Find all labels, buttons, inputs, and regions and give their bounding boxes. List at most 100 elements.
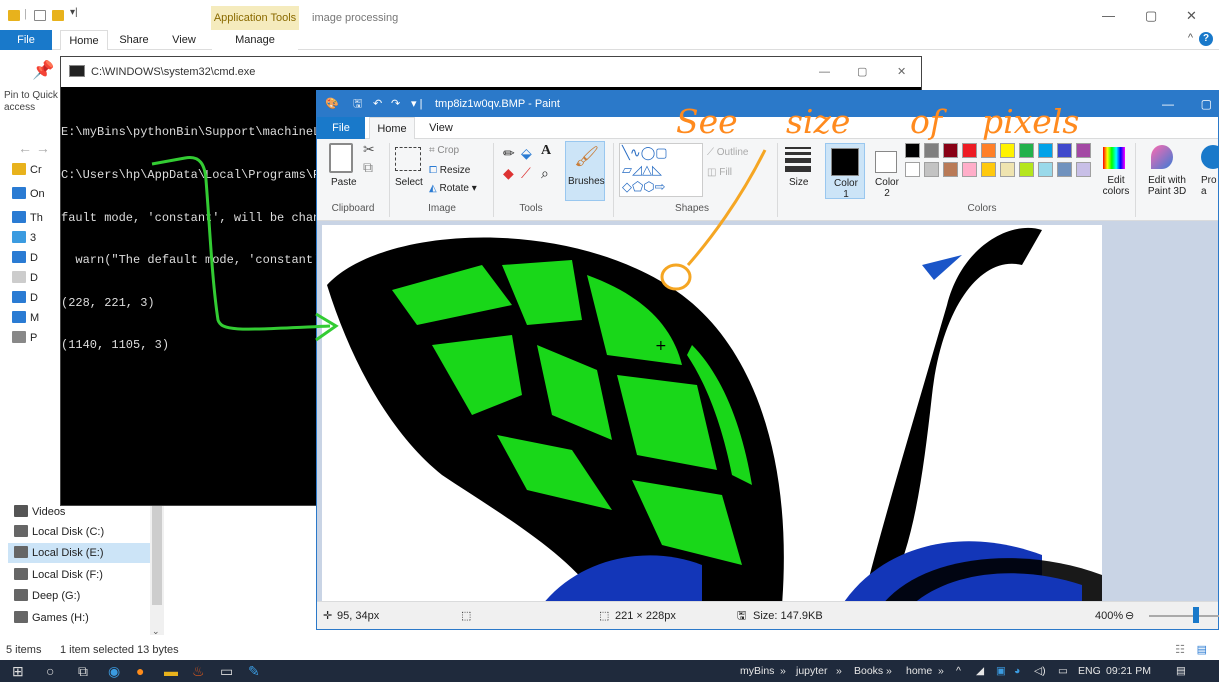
tray-app-icon[interactable]: ◕ <box>1014 660 1020 682</box>
crop-button[interactable]: ⌗ Crop <box>429 145 459 156</box>
nav-item-deep-g[interactable]: Deep (G:) <box>14 586 80 606</box>
palette-color-swatch[interactable] <box>924 162 939 177</box>
palette-color-swatch[interactable] <box>981 143 996 158</box>
color1-button[interactable]: Color 1 <box>825 143 865 200</box>
paint3d-icon[interactable] <box>1151 145 1173 169</box>
fill-button[interactable]: ◫ Fill <box>707 167 732 178</box>
palette-color-swatch[interactable] <box>1076 143 1091 158</box>
palette-color-swatch[interactable] <box>962 162 977 177</box>
resize-button[interactable]: ⧠ Resize <box>429 165 470 176</box>
zoom-out-icon[interactable]: ⊖ <box>1125 602 1134 630</box>
pin-to-quick-access-label[interactable]: Pin to Quick access <box>4 90 64 114</box>
tab-manage[interactable]: Manage <box>212 30 298 50</box>
clock[interactable]: 09:21 PM <box>1106 660 1151 682</box>
language[interactable]: ENG <box>1078 660 1101 682</box>
paste-button[interactable]: Paste <box>331 177 357 188</box>
copy-icon[interactable]: ⧉ <box>363 159 373 176</box>
quick-access-dropdown-icon[interactable]: ▾ | <box>411 91 422 117</box>
fill-bucket-icon[interactable]: ⬙ <box>521 145 532 162</box>
nav-item[interactable]: On <box>12 184 45 204</box>
nav-item-games-h[interactable]: Games (H:) <box>14 608 89 628</box>
cut-icon[interactable]: ✂ <box>363 141 375 158</box>
nav-item[interactable]: D <box>12 268 38 288</box>
chevron-icon[interactable]: » <box>886 660 892 682</box>
palette-color-swatch[interactable] <box>962 143 977 158</box>
shapes-gallery[interactable]: ╲∿◯▢ ▱◿△◺ ◇⬠⬡⇨ <box>619 143 703 197</box>
firefox-icon[interactable]: ● <box>136 663 144 679</box>
search-icon[interactable]: ○ <box>46 663 54 679</box>
redo-icon[interactable]: ↷ <box>391 91 400 117</box>
color2-button[interactable]: Color 2 <box>869 143 905 199</box>
palette-color-swatch[interactable] <box>905 143 920 158</box>
toolbar-home[interactable]: home <box>906 660 932 682</box>
cmd-icon[interactable]: ▭ <box>220 663 233 679</box>
color-picker-icon[interactable]: ⟋ <box>521 165 531 182</box>
palette-color-swatch[interactable] <box>905 162 920 177</box>
select-icon[interactable] <box>395 147 421 171</box>
product-alert-icon[interactable] <box>1201 145 1219 169</box>
application-tools-context-tab[interactable]: Application Tools <box>211 6 299 30</box>
paint-window[interactable]: 🎨 🖫 ↶ ↷ ▾ | tmp8iz1w0qv.BMP - Paint — ▢ … <box>316 90 1219 630</box>
maximize-icon[interactable]: ▢ <box>1145 8 1157 24</box>
tab-view[interactable]: View <box>421 117 461 139</box>
nav-item-local-disk-f[interactable]: Local Disk (F:) <box>14 565 103 585</box>
product-alert-button[interactable]: Pro a <box>1201 175 1219 197</box>
network-icon[interactable]: ◢ <box>976 660 984 682</box>
palette-color-swatch[interactable] <box>924 143 939 158</box>
close-icon[interactable]: ✕ <box>897 57 906 87</box>
paste-icon[interactable] <box>329 143 353 173</box>
outline-button[interactable]: ⟋ Outline <box>707 147 748 158</box>
nav-item[interactable]: M <box>12 308 39 328</box>
battery-icon[interactable]: ▭ <box>1058 660 1068 682</box>
new-folder-icon[interactable] <box>52 10 64 21</box>
save-icon[interactable]: 🖫 <box>353 91 362 117</box>
java-icon[interactable]: ♨ <box>192 663 205 679</box>
task-view-icon[interactable]: ⧉ <box>78 663 88 679</box>
tab-share[interactable]: Share <box>112 30 156 50</box>
chevron-icon[interactable]: » <box>780 660 786 682</box>
nav-item[interactable]: Cr <box>12 160 42 180</box>
tab-file[interactable]: File <box>317 117 365 139</box>
edit-with-paint3d-button[interactable]: Edit with Paint 3D <box>1145 175 1189 197</box>
minimize-icon[interactable]: — <box>819 57 830 87</box>
maximize-icon[interactable]: ▢ <box>857 57 867 87</box>
minimize-icon[interactable]: — <box>1162 91 1174 117</box>
paint-icon[interactable]: ✎ <box>248 663 260 679</box>
nav-item[interactable]: Th <box>12 208 43 228</box>
pencil-icon[interactable]: ✏ <box>503 145 515 162</box>
palette-color-swatch[interactable] <box>943 143 958 158</box>
chevron-icon[interactable]: » <box>938 660 944 682</box>
palette-color-swatch[interactable] <box>1057 162 1072 177</box>
undo-icon[interactable]: ↶ <box>373 91 382 117</box>
palette-color-swatch[interactable] <box>1038 143 1053 158</box>
size-icon[interactable] <box>785 147 811 172</box>
show-hidden-icons[interactable]: ^ <box>956 660 961 682</box>
pin-icon[interactable]: 📌 <box>32 60 54 81</box>
brushes-button[interactable]: 🖌 Brushes <box>565 141 605 201</box>
quick-access-dropdown-icon[interactable]: ▾| <box>70 7 78 18</box>
nav-item-local-disk-c[interactable]: Local Disk (C:) <box>14 522 104 542</box>
text-icon[interactable]: A <box>541 143 551 159</box>
close-icon[interactable]: ✕ <box>1186 8 1197 24</box>
scroll-down-icon[interactable]: ⌄ <box>152 626 160 637</box>
size-button[interactable]: Size <box>789 177 808 188</box>
minimize-icon[interactable]: — <box>1102 8 1115 23</box>
tray-app-icon[interactable]: ▣ <box>996 660 1006 682</box>
tiles-view-icon[interactable]: ▤ <box>1197 640 1207 660</box>
nav-item[interactable]: D <box>12 248 38 268</box>
tab-home[interactable]: Home <box>60 30 108 50</box>
nav-item[interactable]: 3 <box>12 228 36 248</box>
tab-view[interactable]: View <box>162 30 206 50</box>
nav-item[interactable]: P <box>12 328 37 348</box>
palette-color-swatch[interactable] <box>1019 143 1034 158</box>
nav-item-local-disk-e[interactable]: Local Disk (E:) <box>8 543 150 563</box>
notifications-icon[interactable]: ▤ <box>1176 660 1186 682</box>
drawing-canvas[interactable]: + <box>322 225 1102 601</box>
palette-color-swatch[interactable] <box>1000 162 1015 177</box>
rotate-button[interactable]: ◭ Rotate ▾ <box>429 183 477 194</box>
magnifier-icon[interactable]: ⌕ <box>541 165 549 182</box>
maximize-icon[interactable]: ▢ <box>1201 91 1212 117</box>
help-icon[interactable]: ? <box>1199 32 1213 46</box>
edit-colors-icon[interactable] <box>1103 147 1125 169</box>
palette-color-swatch[interactable] <box>1038 162 1053 177</box>
